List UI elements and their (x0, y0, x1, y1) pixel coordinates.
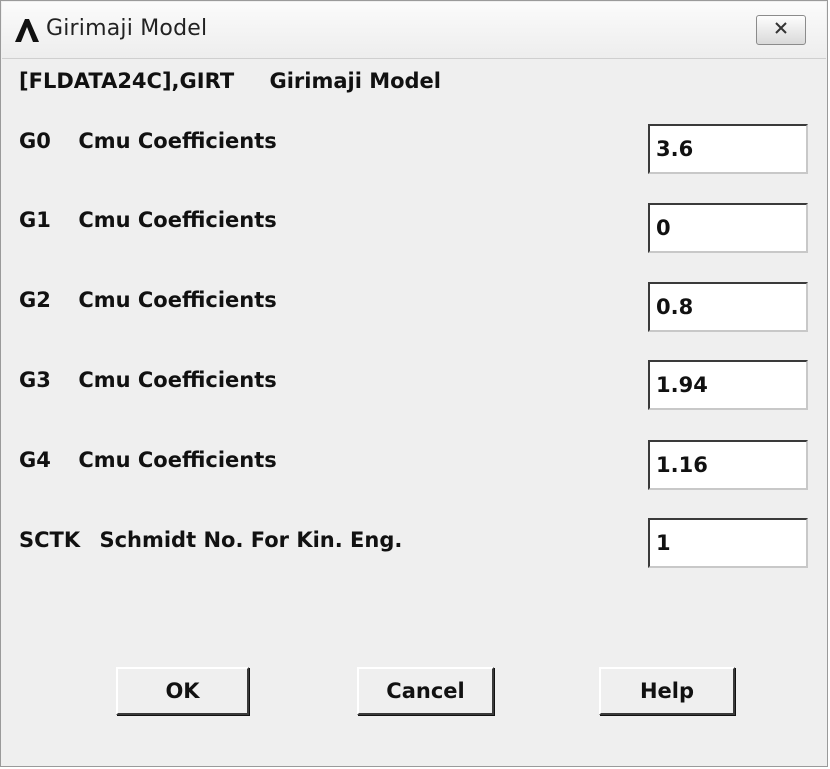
g2-code: G2 (19, 288, 51, 312)
ok-button[interactable]: OK (116, 667, 249, 715)
g4-input[interactable] (648, 440, 808, 490)
g1-label: G1 Cmu Coefficients (19, 208, 277, 232)
g4-code: G4 (19, 448, 51, 472)
g0-label: G0 Cmu Coefficients (19, 129, 277, 153)
g0-input[interactable] (648, 124, 808, 174)
close-icon (773, 20, 789, 40)
g4-description: Cmu Coefficients (78, 448, 277, 472)
g1-code: G1 (19, 208, 51, 232)
window-title: Girimaji Model (46, 16, 208, 41)
close-button[interactable] (756, 15, 806, 45)
g4-label: G4 Cmu Coefficients (19, 448, 277, 472)
command-name: [FLDATA24C],GIRT (19, 69, 235, 93)
g3-description: Cmu Coefficients (78, 368, 277, 392)
girimaji-model-dialog: Girimaji Model [FLDATA24C],GIRT Girimaji… (0, 0, 828, 767)
g0-description: Cmu Coefficients (78, 129, 277, 153)
sctk-description: Schmidt No. For Kin. Eng. (99, 528, 403, 552)
g1-input[interactable] (648, 203, 808, 253)
g3-code: G3 (19, 368, 51, 392)
sctk-input[interactable] (648, 518, 808, 568)
help-button[interactable]: Help (599, 667, 735, 715)
g2-label: G2 Cmu Coefficients (19, 288, 277, 312)
g0-code: G0 (19, 129, 51, 153)
ansys-logo-icon (13, 16, 41, 44)
command-description: Girimaji Model (269, 69, 442, 93)
sctk-code: SCTK (19, 528, 81, 552)
command-header: [FLDATA24C],GIRT Girimaji Model (19, 69, 441, 93)
g3-input[interactable] (648, 360, 808, 410)
g3-label: G3 Cmu Coefficients (19, 368, 277, 392)
g1-description: Cmu Coefficients (78, 208, 277, 232)
g2-description: Cmu Coefficients (78, 288, 277, 312)
title-bar[interactable]: Girimaji Model (2, 2, 826, 59)
g2-input[interactable] (648, 282, 808, 332)
sctk-label: SCTK Schmidt No. For Kin. Eng. (19, 528, 402, 552)
cancel-button[interactable]: Cancel (357, 667, 494, 715)
